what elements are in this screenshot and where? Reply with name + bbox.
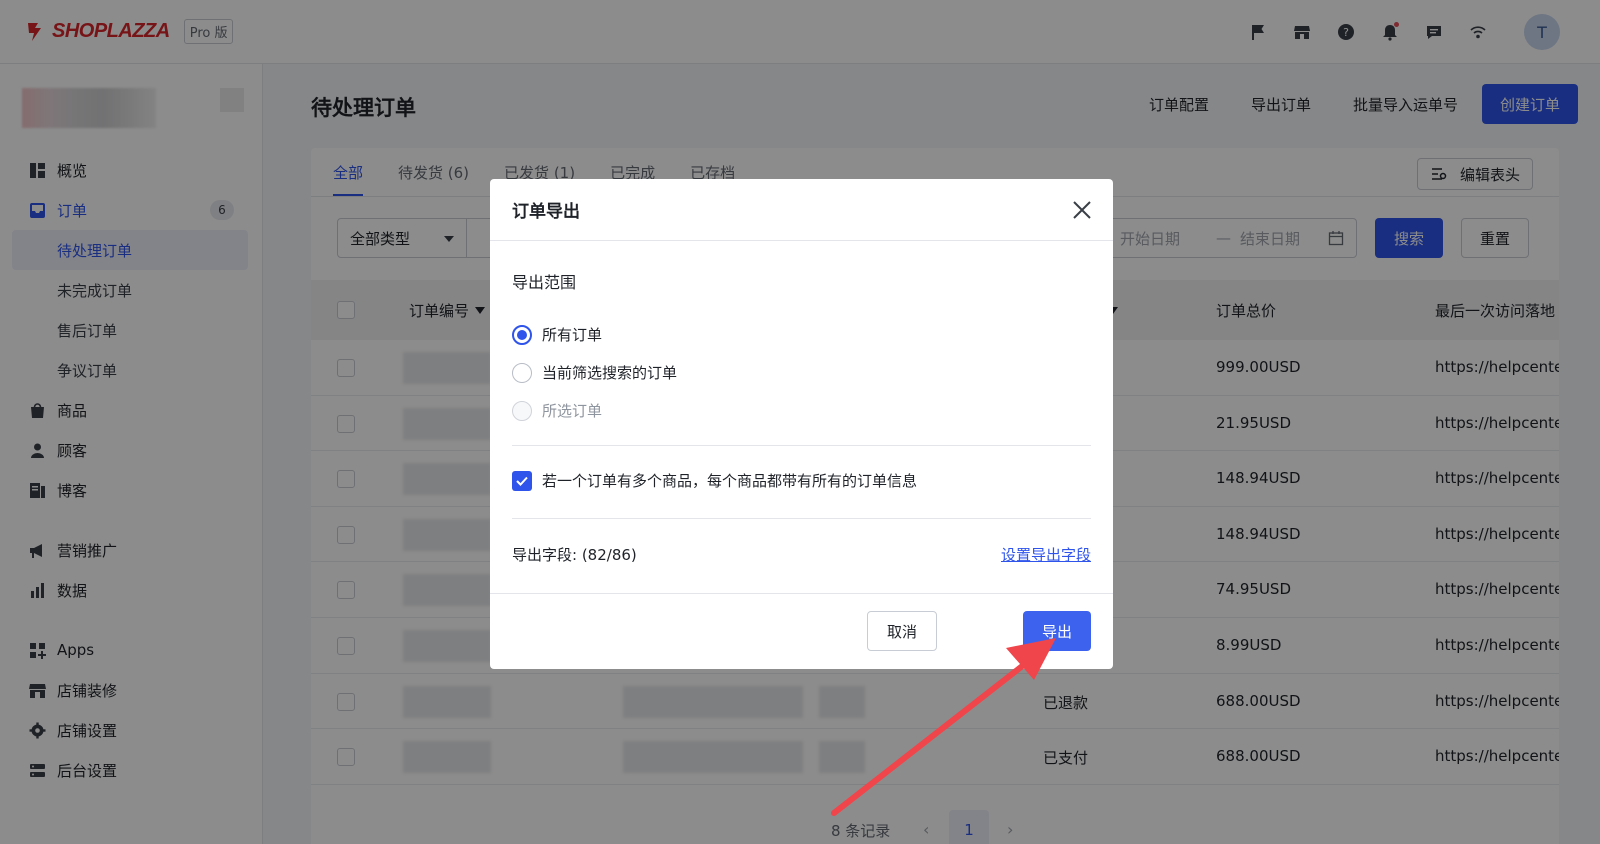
radio-button: [512, 400, 532, 421]
checkmark-icon: [516, 476, 528, 486]
export-fields-count: 导出字段: (82/86): [512, 546, 637, 564]
radio-all-orders[interactable]: 所有订单: [512, 324, 602, 345]
modal-header: 订单导出: [490, 179, 1113, 241]
multi-item-checkbox-label: 若一个订单有多个商品，每个商品都带有所有的订单信息: [542, 472, 918, 490]
radio-selected-orders: 所选订单: [512, 400, 602, 421]
export-button[interactable]: 导出: [1023, 611, 1091, 651]
set-export-fields-link[interactable]: 设置导出字段: [1001, 544, 1091, 565]
cancel-button[interactable]: 取消: [867, 611, 937, 651]
close-icon[interactable]: [1071, 199, 1093, 221]
radio-button[interactable]: [512, 362, 532, 383]
radio-label: 所有订单: [542, 326, 603, 344]
radio-label: 当前筛选搜索的订单: [542, 364, 678, 382]
multi-item-checkbox-row[interactable]: 若一个订单有多个商品，每个商品都带有所有的订单信息: [512, 470, 917, 491]
radio-filtered-orders[interactable]: 当前筛选搜索的订单: [512, 362, 677, 383]
export-range-label: 导出范围: [512, 273, 577, 292]
multi-item-checkbox[interactable]: [512, 470, 532, 491]
radio-label: 所选订单: [542, 402, 603, 420]
divider: [512, 445, 1091, 446]
divider: [512, 518, 1091, 519]
export-orders-modal: 订单导出 导出范围 所有订单 当前筛选搜索的订单 所选订单 若一个订单有多个商品…: [490, 179, 1113, 669]
radio-button[interactable]: [512, 324, 532, 345]
modal-footer: 取消 导出: [490, 593, 1113, 669]
modal-title: 订单导出: [512, 202, 580, 222]
